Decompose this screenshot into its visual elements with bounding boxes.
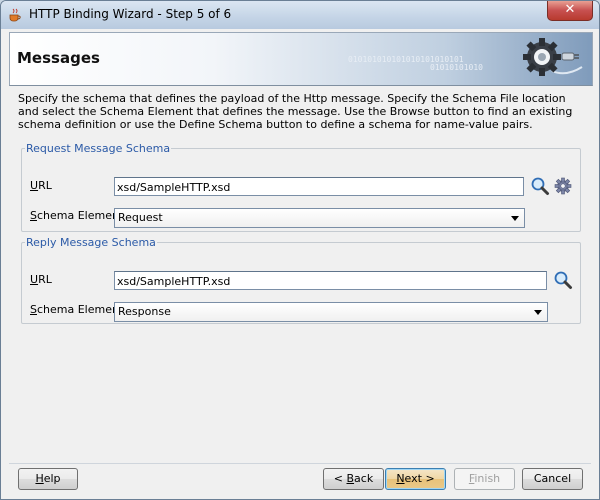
reply-message-schema-group: Reply Message Schema URL xsd/SampleHTTP.… — [21, 236, 581, 324]
back-mnemonic: B — [346, 472, 355, 485]
request-url-label: URL — [30, 179, 52, 192]
reply-url-mnemonic: U — [30, 273, 39, 286]
reply-element-mnemonic: S — [30, 303, 37, 316]
java-cup-icon — [9, 8, 21, 22]
back-button[interactable]: < Back — [323, 468, 384, 490]
reply-legend: Reply Message Schema — [26, 236, 156, 249]
back-label-rest: ack — [354, 472, 374, 485]
reply-element-select[interactable]: Response — [114, 302, 548, 322]
wizard-window: HTTP Binding Wizard - Step 5 of 6 ✕ Mess… — [0, 0, 600, 500]
request-url-input[interactable]: xsd/SampleHTTP.xsd — [114, 177, 524, 196]
cancel-button[interactable]: Cancel — [522, 468, 583, 490]
next-label-rest: ext > — [404, 472, 435, 485]
request-element-value: Request — [118, 211, 163, 224]
back-label-prefix: < — [333, 472, 347, 485]
title-bar[interactable]: HTTP Binding Wizard - Step 5 of 6 ✕ — [1, 1, 599, 29]
finish-label-rest: inish — [474, 472, 501, 485]
request-element-select[interactable]: Request — [114, 208, 525, 228]
close-button[interactable]: ✕ — [547, 1, 593, 21]
reply-element-label-rest: chema Element — [36, 303, 124, 316]
request-element-label: Schema Element — [30, 209, 123, 222]
chevron-down-icon — [511, 216, 519, 221]
reply-url-input[interactable]: xsd/SampleHTTP.xsd — [114, 271, 547, 290]
page-title: Messages — [17, 49, 100, 67]
request-message-schema-group: Request Message Schema URL xsd/SampleHTT… — [21, 142, 581, 232]
finish-button[interactable]: Finish — [454, 468, 515, 490]
reply-browse-search-icon[interactable] — [553, 270, 573, 290]
reply-url-label: URL — [30, 273, 52, 286]
gear-plug-icon — [523, 38, 583, 76]
footer-divider — [9, 463, 591, 464]
instructions-text: Specify the schema that defines the payl… — [18, 92, 573, 131]
wizard-header: Messages 010101010101010101010101 010101… — [9, 32, 593, 86]
next-button[interactable]: Next > — [385, 468, 446, 490]
window-title: HTTP Binding Wizard - Step 5 of 6 — [29, 7, 232, 21]
help-label-rest: elp — [43, 472, 61, 485]
next-mnemonic: N — [396, 472, 405, 485]
reply-url-label-rest: RL — [38, 273, 52, 286]
request-element-mnemonic: S — [30, 209, 37, 222]
request-legend: Request Message Schema — [26, 142, 171, 155]
help-button[interactable]: Help — [18, 468, 78, 490]
request-url-mnemonic: U — [30, 179, 39, 192]
help-mnemonic: H — [35, 472, 44, 485]
reply-element-label: Schema Element — [30, 303, 123, 316]
request-define-schema-gear-icon[interactable] — [553, 176, 573, 196]
chevron-down-icon — [534, 310, 542, 315]
reply-element-value: Response — [118, 305, 171, 318]
request-url-label-rest: RL — [38, 179, 52, 192]
request-browse-search-icon[interactable] — [530, 176, 550, 196]
request-element-label-rest: chema Element — [36, 209, 124, 222]
binary-decoration-2: 01010101010 — [430, 63, 483, 72]
